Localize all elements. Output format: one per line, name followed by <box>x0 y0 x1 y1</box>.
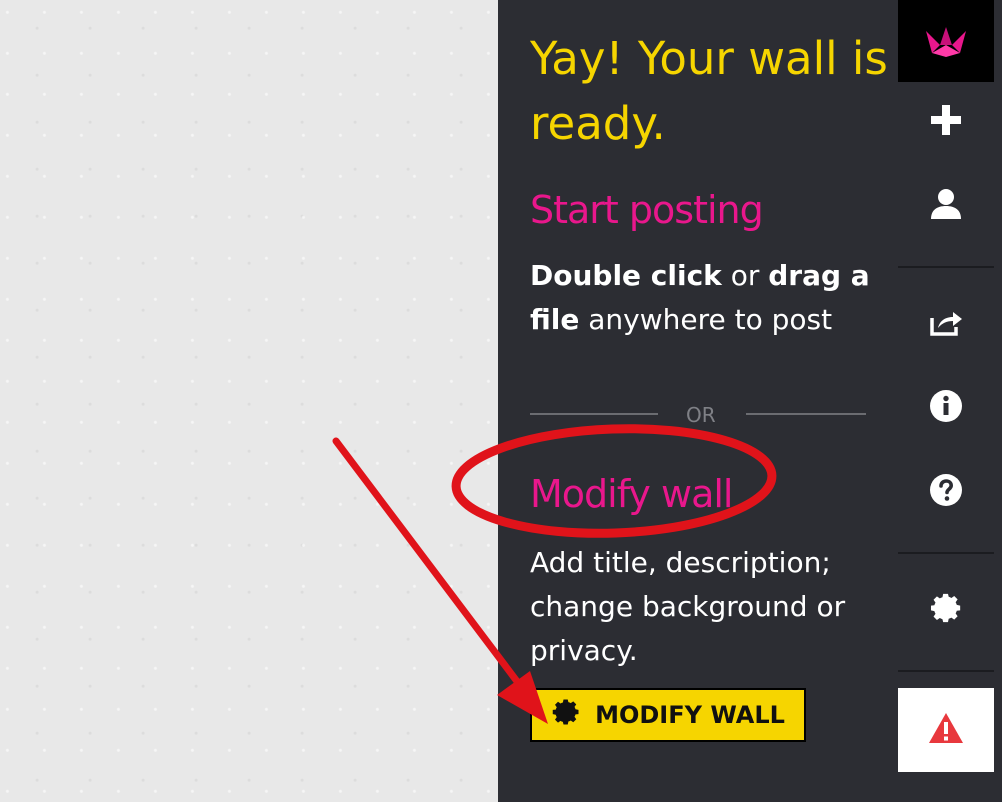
posting-instructions: Double click or drag a file anywhere to … <box>530 254 880 342</box>
modify-wall-button[interactable]: MODIFY WALL <box>530 688 806 742</box>
modify-wall-button-label: MODIFY WALL <box>595 701 785 729</box>
or-divider-right <box>746 413 866 415</box>
or-text-inline: or <box>721 259 769 292</box>
user-icon <box>929 187 963 225</box>
help-icon <box>930 474 962 510</box>
anywhere-text: anywhere to post <box>579 303 833 336</box>
panel-title: Yay! Your wall is ready. <box>530 32 888 150</box>
gear-icon <box>551 697 581 733</box>
or-divider-label: OR <box>686 403 716 427</box>
right-toolbar <box>898 0 1002 802</box>
modify-wall-heading: Modify wall <box>530 472 733 516</box>
wall-canvas[interactable] <box>0 0 498 802</box>
alert-button[interactable] <box>898 688 994 772</box>
gear-icon <box>929 591 963 629</box>
toolbar-divider <box>898 266 994 268</box>
help-button[interactable] <box>898 452 994 532</box>
double-click-text: Double click <box>530 259 722 292</box>
account-button[interactable] <box>898 166 994 246</box>
share-button[interactable] <box>898 284 994 364</box>
toolbar-divider <box>898 670 994 672</box>
plus-icon <box>929 103 963 141</box>
settings-button[interactable] <box>898 570 994 650</box>
start-posting-heading: Start posting <box>530 188 764 232</box>
crane-logo-icon[interactable] <box>898 0 994 82</box>
add-post-button[interactable] <box>898 82 994 162</box>
share-icon <box>929 308 963 340</box>
info-icon <box>930 390 962 426</box>
toolbar-divider <box>898 552 994 554</box>
info-button[interactable] <box>898 368 994 448</box>
modify-wall-description: Add title, description; change backgroun… <box>530 546 846 667</box>
or-divider-left <box>530 413 658 415</box>
alert-icon <box>928 712 964 748</box>
